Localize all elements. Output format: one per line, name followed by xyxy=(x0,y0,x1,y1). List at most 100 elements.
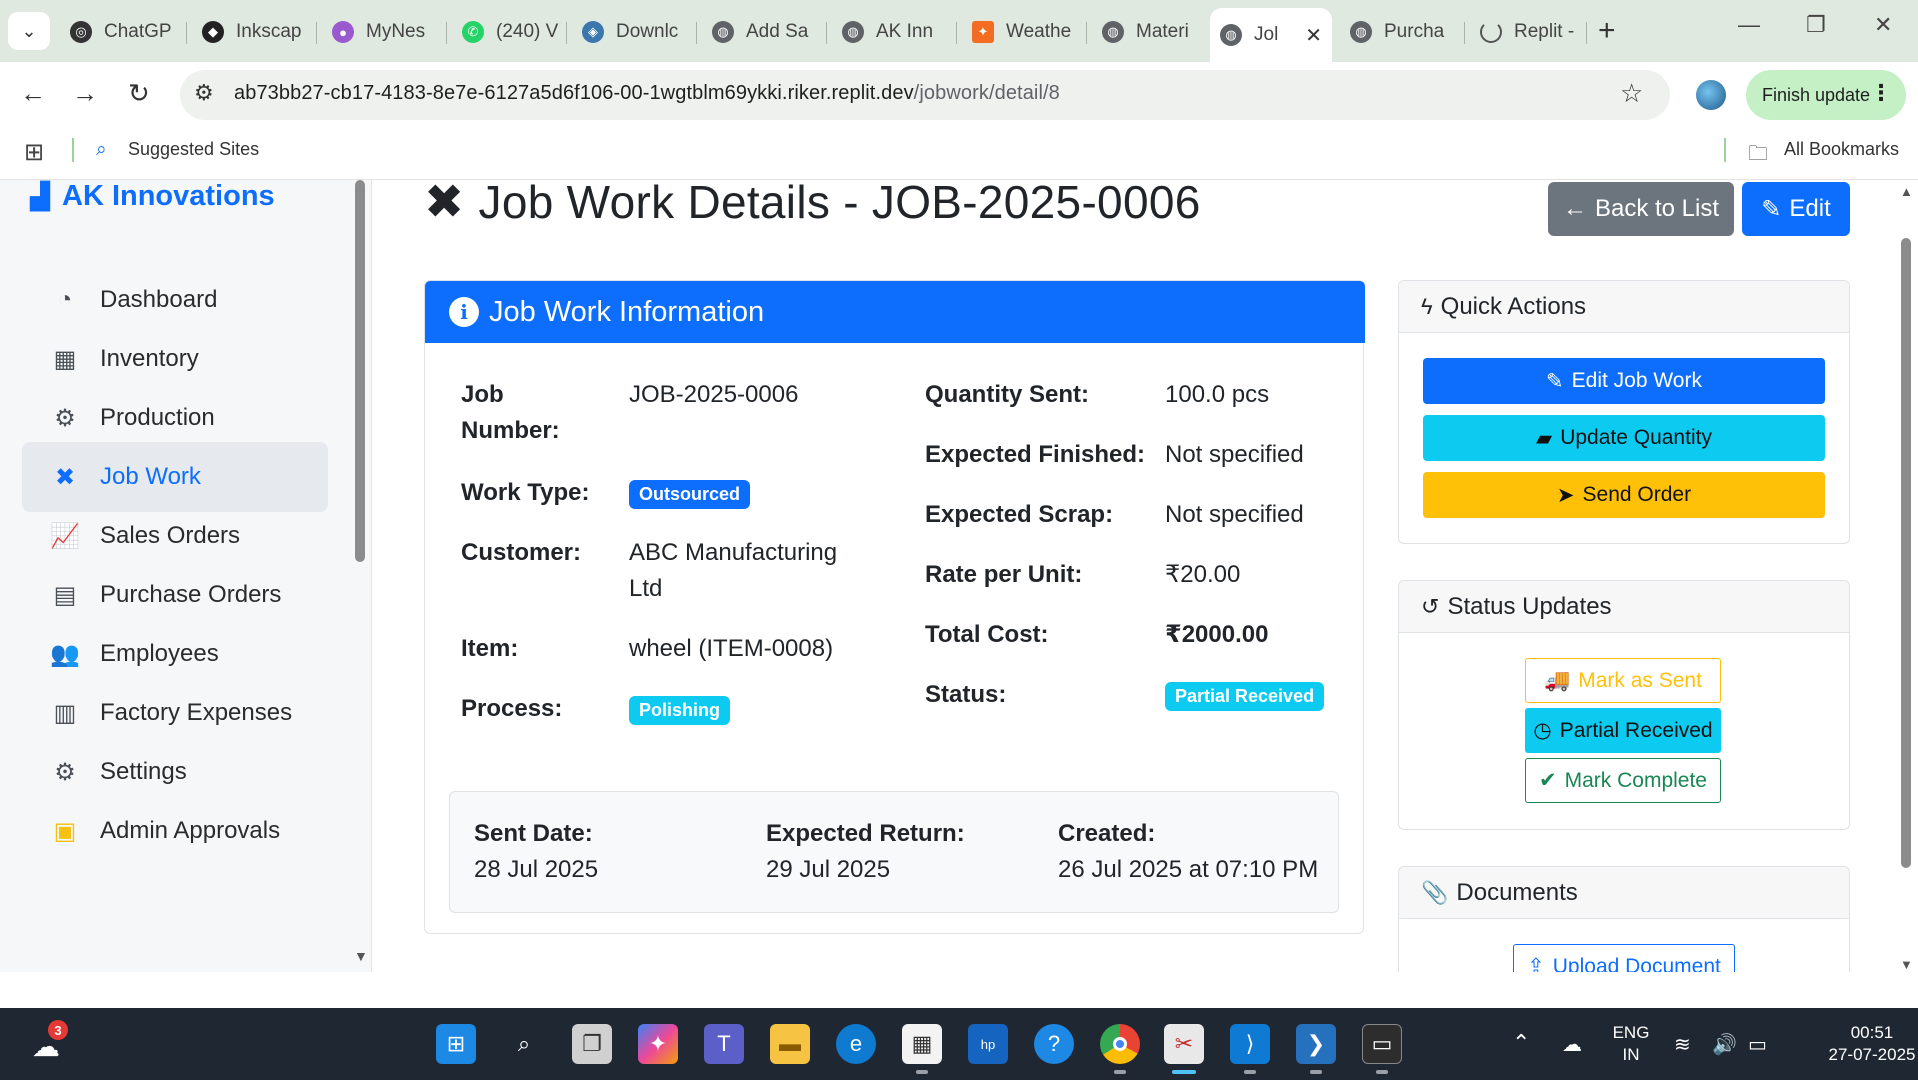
edit-job-work-button[interactable]: ✎ Edit Job Work xyxy=(1423,358,1825,404)
restore-icon[interactable]: ❐ xyxy=(1806,12,1826,38)
snipping-tool-icon[interactable]: ✂ xyxy=(1164,1024,1204,1064)
scroll-up-arrow-icon[interactable]: ▲ xyxy=(1900,184,1913,199)
arrow-left-icon: ← xyxy=(1562,195,1587,222)
minimize-icon[interactable]: — xyxy=(1738,12,1760,38)
page-scrollbar[interactable]: ▲ ▼ xyxy=(1896,180,1918,972)
production-icon: ⚙ xyxy=(54,404,76,432)
copilot-icon[interactable]: ✦ xyxy=(638,1024,678,1064)
vscode-icon[interactable]: ⟩ xyxy=(1230,1024,1270,1064)
chrome-icon[interactable] xyxy=(1100,1024,1140,1064)
url-text[interactable]: ab73bb27-cb17-4183-8e7e-6127a5d6f106-00-… xyxy=(234,82,1060,105)
history-icon: ↺ xyxy=(1421,593,1440,619)
upload-icon: ⇪ xyxy=(1527,955,1545,972)
running-indicator xyxy=(1310,1070,1322,1074)
job-number-label: Job Number: xyxy=(461,381,560,444)
volume-icon[interactable]: 🔊 xyxy=(1712,1034,1737,1056)
tab-separator xyxy=(1586,22,1587,44)
scroll-down-arrow-icon[interactable]: ▼ xyxy=(1900,957,1913,972)
customer-value: ABC Manufacturing Ltd xyxy=(629,539,838,602)
upload-document-button[interactable]: ⇪ Upload Document xyxy=(1513,944,1735,972)
tab-download[interactable]: ◈ Downlc xyxy=(572,10,696,54)
expected-return-label: Expected Return: xyxy=(766,820,965,847)
tab-purchase[interactable]: ◍ Purcha xyxy=(1340,10,1464,54)
help-icon[interactable]: ? xyxy=(1034,1024,1074,1064)
globe-icon: ◍ xyxy=(1220,24,1242,46)
search-icon[interactable]: ⌕ xyxy=(504,1024,544,1064)
tab-chatgpt[interactable]: ◎ ChatGP xyxy=(60,10,184,54)
terminal-icon[interactable]: ▭ xyxy=(1362,1024,1402,1064)
tab-material[interactable]: ◍ Materi xyxy=(1092,10,1216,54)
whatsapp-icon: ✆ xyxy=(462,21,484,43)
battery-icon[interactable]: ▭ xyxy=(1748,1034,1767,1056)
tab-replit[interactable]: Replit - xyxy=(1470,10,1588,54)
bookmark-suggested-sites[interactable]: Suggested Sites xyxy=(128,139,259,160)
scroll-down-arrow-icon[interactable]: ▼ xyxy=(354,948,368,964)
powershell-icon[interactable]: ❯ xyxy=(1296,1024,1336,1064)
sidebar-item-admin-approvals[interactable]: ▣ Admin Approvals xyxy=(22,796,328,866)
tab-weather[interactable]: ✦ Weathe xyxy=(962,10,1086,54)
cloud-off-icon[interactable]: ☁ xyxy=(1562,1034,1582,1056)
myhp-icon[interactable]: hp xyxy=(968,1024,1008,1064)
globe-icon: ◍ xyxy=(712,21,734,43)
page-viewport: ▟ AK Innovations ◔ Dashboard ▦ Inventory… xyxy=(0,180,1918,972)
purchase-order-icon: ▤ xyxy=(53,581,77,609)
tab-search-button[interactable]: ⌄ xyxy=(8,12,50,50)
tab-mynes[interactable]: ● MyNes xyxy=(322,10,446,54)
tab-separator xyxy=(186,22,187,44)
close-tab-icon[interactable]: ✕ xyxy=(1305,23,1322,48)
lightning-icon: ϟ xyxy=(1421,293,1433,319)
apps-grid-icon[interactable]: ⊞ xyxy=(24,138,44,167)
mark-as-sent-button[interactable]: 🚚 Mark as Sent xyxy=(1525,658,1721,703)
back-to-list-button[interactable]: ← Back to List xyxy=(1548,182,1734,236)
sidebar-scrollbar-thumb[interactable] xyxy=(355,180,365,562)
active-indicator xyxy=(1172,1070,1196,1074)
work-type-label: Work Type: xyxy=(461,479,590,506)
microsoft-store-icon[interactable]: ▦ xyxy=(902,1024,942,1064)
chart-line-icon: 📈 xyxy=(50,522,80,550)
wifi-icon[interactable]: ≋ xyxy=(1674,1034,1691,1056)
tab-job-work-active[interactable]: ◍ Jol ✕ xyxy=(1210,8,1332,62)
back-arrow-icon[interactable]: ← xyxy=(20,78,46,109)
more-menu-icon[interactable]: ⋮ xyxy=(1870,80,1892,106)
teams-icon[interactable]: T xyxy=(704,1024,744,1064)
chevron-up-icon[interactable]: ⌃ xyxy=(1512,1032,1530,1054)
new-tab-icon[interactable]: + xyxy=(1598,14,1616,48)
update-quantity-button[interactable]: ▰ Update Quantity xyxy=(1423,415,1825,461)
quick-actions-card: ϟ Quick Actions ✎ Edit Job Work ▰ Update… xyxy=(1398,280,1850,544)
check-circle-icon: ✔ xyxy=(1539,769,1557,792)
running-indicator xyxy=(1244,1070,1256,1074)
tab-inkscape[interactable]: ◆ Inkscap xyxy=(192,10,316,54)
page-scrollbar-thumb[interactable] xyxy=(1901,238,1911,868)
status-updates-header: ↺ Status Updates xyxy=(1399,581,1849,633)
partial-received-button[interactable]: ◷ Partial Received xyxy=(1525,708,1721,753)
page-bottom-gap xyxy=(0,972,1918,1008)
reload-icon[interactable]: ↻ xyxy=(128,78,150,109)
edit-button[interactable]: ✎ Edit xyxy=(1742,182,1850,236)
search-icon: ⌕ xyxy=(96,139,107,160)
receipt-icon: ▥ xyxy=(53,699,77,727)
close-window-icon[interactable]: ✕ xyxy=(1874,12,1892,38)
all-bookmarks[interactable]: All Bookmarks xyxy=(1784,139,1899,160)
tab-whatsapp[interactable]: ✆ (240) V xyxy=(452,10,576,54)
status-badge: Partial Received xyxy=(1165,682,1325,711)
clock[interactable]: 00:51 27-07-2025 xyxy=(1826,1022,1918,1066)
forward-arrow-icon[interactable]: → xyxy=(72,78,98,109)
task-view-icon[interactable]: ❐ xyxy=(572,1024,612,1064)
customer-label: Customer: xyxy=(461,539,582,566)
brand-logo[interactable]: ▟ AK Innovations xyxy=(30,180,275,213)
windows-start-icon[interactable]: ⊞ xyxy=(436,1024,476,1064)
tab-ak-innovations[interactable]: ◍ AK Inn xyxy=(832,10,956,54)
site-info-icon[interactable]: ⚙ xyxy=(194,80,214,106)
tools-icon: ✖ xyxy=(424,180,465,229)
mark-complete-button[interactable]: ✔ Mark Complete xyxy=(1525,758,1721,803)
sidebar-scrollbar[interactable]: ▼ xyxy=(354,180,368,964)
running-indicator xyxy=(1114,1070,1126,1074)
bookmark-star-icon[interactable]: ☆ xyxy=(1620,78,1643,109)
profile-avatar[interactable] xyxy=(1696,80,1726,110)
tab-add-sa[interactable]: ◍ Add Sa xyxy=(702,10,826,54)
file-explorer-icon[interactable]: ▬ xyxy=(770,1024,810,1064)
language-indicator[interactable]: ENG IN xyxy=(1606,1022,1656,1066)
finish-update-button[interactable]: Finish update ⋮ xyxy=(1746,70,1906,120)
send-order-button[interactable]: ➤ Send Order xyxy=(1423,472,1825,518)
edge-icon[interactable]: e xyxy=(836,1024,876,1064)
